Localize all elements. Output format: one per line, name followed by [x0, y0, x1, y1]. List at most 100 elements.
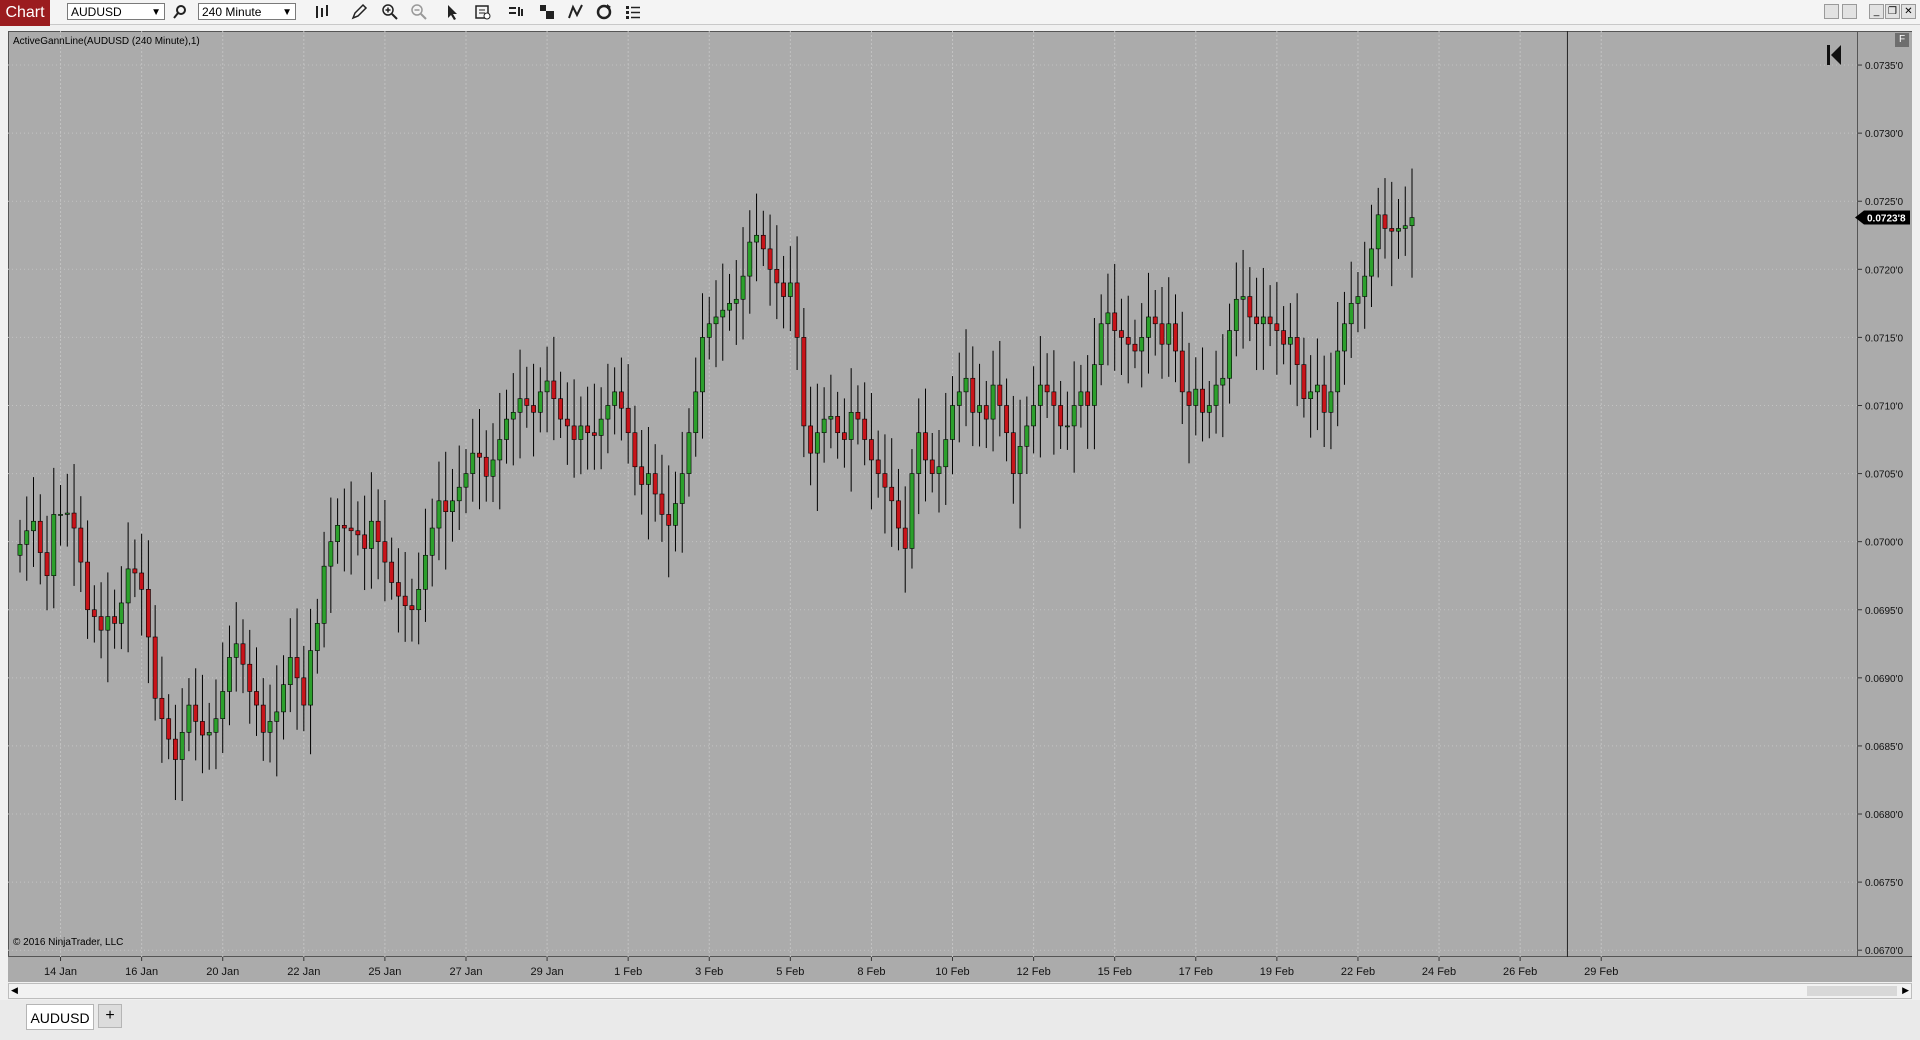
scroll-right-icon[interactable]: ▶ [1902, 985, 1909, 996]
price-tick-label: 0.0725'0 [1865, 197, 1903, 208]
candle-body [1037, 384, 1043, 406]
candle-body [963, 377, 969, 393]
candle-body [1274, 323, 1280, 331]
time-tick-label: 29 Feb [1584, 966, 1618, 978]
price-tick-label: 0.0710'0 [1865, 401, 1903, 412]
price-tick-label: 0.0670'0 [1865, 946, 1903, 957]
horizontal-scrollbar[interactable]: ◀ ▶ [8, 983, 1912, 999]
candle-body [632, 432, 638, 468]
candle-body [71, 512, 77, 529]
candle-body [531, 405, 536, 413]
candle-body [321, 565, 327, 624]
candle-body [105, 616, 111, 631]
candle-body [429, 527, 435, 556]
candle-body [1051, 391, 1057, 406]
time-tick-label: 1 Feb [614, 966, 642, 978]
candle-body [159, 697, 165, 719]
candle-body [233, 643, 239, 658]
candle-body [125, 568, 131, 604]
candle-body [1078, 391, 1084, 406]
time-tick-label: 17 Feb [1179, 966, 1213, 978]
time-tick-label: 22 Jan [287, 966, 320, 978]
candle-body [1375, 214, 1381, 250]
price-tick-label: 0.0735'0 [1865, 61, 1903, 72]
candle-body [44, 552, 50, 577]
candle-body [990, 384, 996, 420]
candle-body [983, 405, 989, 420]
candle-body [1186, 391, 1192, 406]
candle-body [814, 432, 820, 454]
price-tick-label: 0.0685'0 [1865, 742, 1903, 753]
candle-body [1017, 446, 1023, 474]
add-tab-button[interactable]: + [98, 1004, 122, 1028]
skip-to-start-icon[interactable] [1826, 43, 1842, 67]
candle-body [1105, 312, 1111, 325]
candle-body [152, 636, 158, 699]
candle-body [1321, 384, 1327, 413]
time-tick-label: 22 Feb [1341, 966, 1375, 978]
candle-body [666, 514, 672, 526]
time-tick-label: 27 Jan [449, 966, 482, 978]
candle-body [1294, 337, 1300, 365]
candle-body [902, 527, 908, 549]
candle-body [396, 582, 401, 597]
tab-bar: AUDUSD + [0, 1000, 1920, 1040]
candle-body [382, 541, 388, 563]
candle-body [652, 473, 658, 495]
candle-body [1200, 388, 1205, 413]
candle-body [1159, 323, 1165, 345]
candle-body [1193, 388, 1199, 406]
candle-body [139, 572, 145, 590]
candle-body [260, 704, 266, 733]
candle-body [551, 380, 557, 399]
candle-body [456, 486, 462, 502]
candle-body [98, 616, 104, 631]
candle-body [1260, 316, 1266, 325]
candle-body [220, 691, 226, 719]
candle-body [375, 520, 381, 542]
candle-body [869, 439, 874, 461]
time-tick-label: 25 Jan [368, 966, 401, 978]
candle-body [213, 718, 219, 733]
candle-body [341, 525, 347, 529]
candle-body [571, 425, 577, 440]
candle-body [470, 452, 476, 474]
candle-body [1308, 391, 1314, 399]
candle-body [794, 282, 800, 338]
candle-body [801, 337, 807, 427]
candle-body [510, 411, 516, 420]
candle-body [64, 512, 70, 515]
candle-body [402, 595, 408, 606]
candle-body [281, 684, 286, 713]
candle-body [936, 466, 942, 474]
candle-body [37, 520, 43, 553]
candle-body [578, 425, 584, 440]
candle-body [1098, 323, 1104, 365]
tab-audusd[interactable]: AUDUSD [26, 1004, 94, 1030]
candle-body [943, 439, 949, 468]
candle-body [882, 473, 888, 488]
candle-body [1024, 425, 1030, 447]
candle-body [760, 234, 766, 250]
scrollbar-thumb[interactable] [1807, 986, 1897, 996]
candle-body [1281, 330, 1287, 345]
candle-body [166, 718, 172, 740]
candle-body [1146, 316, 1151, 338]
candle-body [490, 459, 496, 477]
candle-body [821, 418, 827, 434]
candle-body [58, 514, 63, 516]
candle-body [1328, 391, 1334, 413]
candle-body [828, 416, 834, 420]
candle-body [308, 650, 313, 706]
candle-body [78, 527, 84, 563]
candle-body [409, 605, 415, 611]
candle-body [619, 391, 624, 409]
scroll-left-icon[interactable]: ◀ [11, 985, 18, 996]
candle-body [1287, 337, 1293, 345]
candle-body [1348, 303, 1354, 325]
price-tick-label: 0.0695'0 [1865, 606, 1903, 617]
candle-body [179, 732, 185, 760]
candle-body [1132, 343, 1138, 352]
candle-body [1396, 228, 1401, 232]
panel-settings-icon[interactable]: F [1895, 33, 1909, 47]
